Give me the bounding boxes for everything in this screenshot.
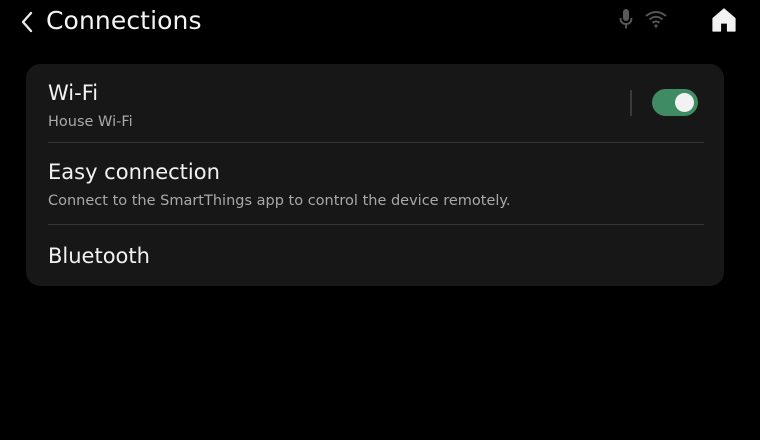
top-bar: Connections xyxy=(0,0,760,44)
toggle-knob xyxy=(675,93,694,112)
wifi-signal-icon xyxy=(645,11,667,28)
wifi-network-name: House Wi-Fi xyxy=(48,114,133,130)
easy-connection-row[interactable]: Easy connection Connect to the SmartThin… xyxy=(26,143,724,224)
microphone-icon xyxy=(619,9,633,29)
home-button[interactable] xyxy=(709,6,739,34)
wifi-row[interactable]: Wi-Fi House Wi-Fi xyxy=(26,64,724,142)
back-button[interactable] xyxy=(14,8,40,36)
chevron-left-icon xyxy=(21,11,33,33)
row-separator xyxy=(630,90,632,116)
bluetooth-title: Bluetooth xyxy=(48,244,150,268)
connections-screen: Connections Wi-Fi House Wi-Fi Easy conne… xyxy=(0,0,760,440)
page-title: Connections xyxy=(46,6,202,35)
connections-card: Wi-Fi House Wi-Fi Easy connection Connec… xyxy=(26,64,724,286)
wifi-title: Wi-Fi xyxy=(48,81,99,105)
bluetooth-row[interactable]: Bluetooth xyxy=(26,225,724,286)
easy-connection-title: Easy connection xyxy=(48,160,220,184)
wifi-toggle[interactable] xyxy=(652,89,698,116)
easy-connection-description: Connect to the SmartThings app to contro… xyxy=(48,193,511,209)
home-icon xyxy=(712,8,736,32)
